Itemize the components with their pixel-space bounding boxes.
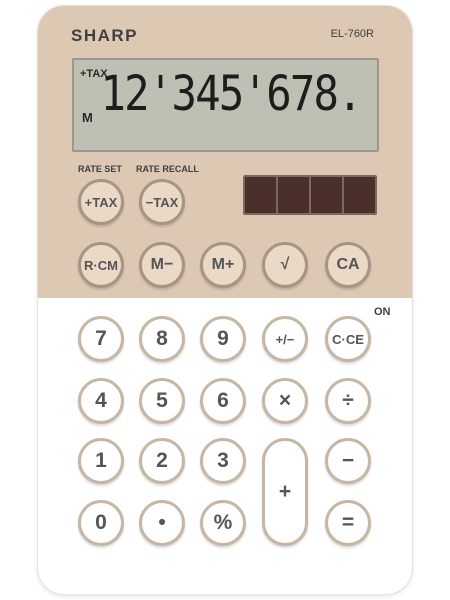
rate-recall-label: RATE RECALL [136,164,199,174]
key-7[interactable]: 7 [78,316,124,362]
sqrt-key[interactable]: √ [262,242,308,288]
key-8[interactable]: 8 [139,316,185,362]
ca-key[interactable]: CA [325,242,371,288]
decimal-point-key[interactable]: • [139,500,185,546]
key-4[interactable]: 4 [78,378,124,424]
rcm-key[interactable]: R·CM [78,242,124,288]
key-0[interactable]: 0 [78,500,124,546]
on-label: ON [374,306,391,318]
key-2[interactable]: 2 [139,438,185,484]
brand-logo: SHARP [71,26,139,45]
solar-cell [245,177,276,213]
key-9[interactable]: 9 [200,316,246,362]
minus-key[interactable]: − [325,438,371,484]
sign-key[interactable]: +/− [262,316,308,362]
lcd-display: +TAX M 12'345'678. [72,58,379,152]
display-value: 12'345'678. [100,66,363,122]
model-number: EL-760R [330,28,374,40]
rate-set-label: RATE SET [78,164,122,174]
solar-cell [344,177,375,213]
plus-tax-key[interactable]: +TAX [78,179,124,225]
solar-panel [243,175,377,215]
solar-cell [311,177,342,213]
memory-indicator: M [82,110,93,125]
key-6[interactable]: 6 [200,378,246,424]
minus-tax-key[interactable]: −TAX [139,179,185,225]
clear-entry-key[interactable]: C·CE [325,316,371,362]
m-minus-key[interactable]: M− [139,242,185,288]
multiply-key[interactable]: × [262,378,308,424]
solar-cell [278,177,309,213]
key-5[interactable]: 5 [139,378,185,424]
key-1[interactable]: 1 [78,438,124,484]
divide-key[interactable]: ÷ [325,378,371,424]
m-plus-key[interactable]: M+ [200,242,246,288]
equals-key[interactable]: = [325,500,371,546]
calculator: SHARP EL-760R +TAX M 12'345'678. RATE SE… [38,6,412,594]
percent-key[interactable]: % [200,500,246,546]
key-3[interactable]: 3 [200,438,246,484]
plus-key[interactable]: + [262,438,308,546]
